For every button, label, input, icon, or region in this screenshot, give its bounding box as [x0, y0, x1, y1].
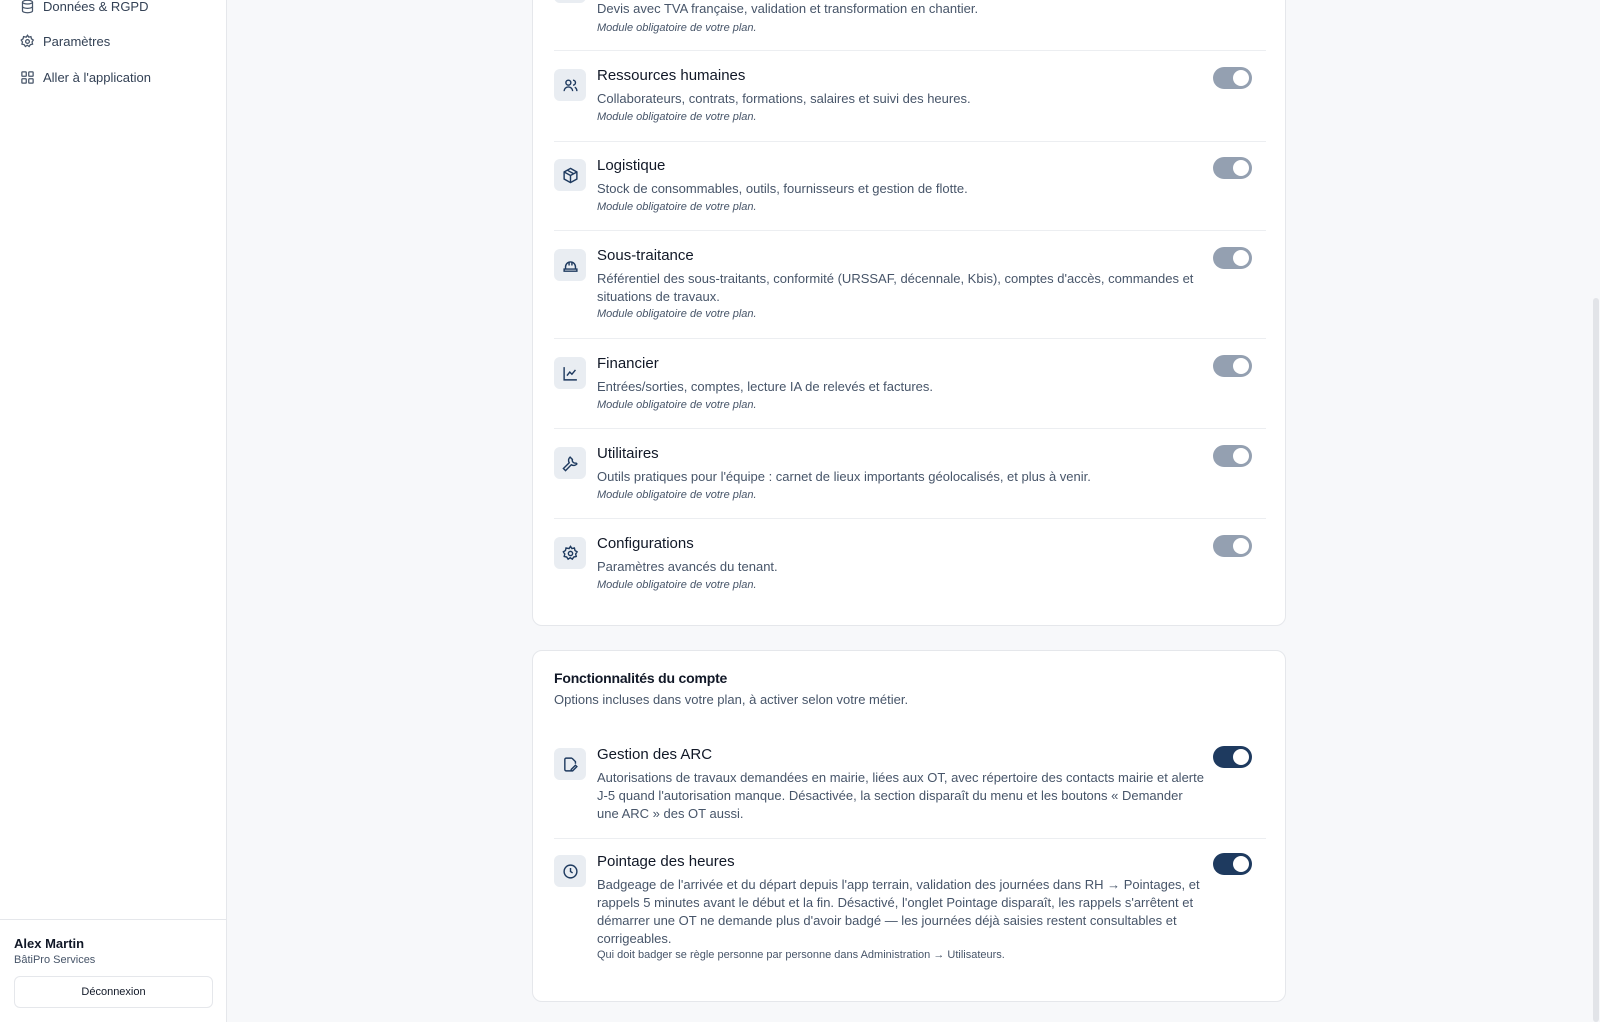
file-edit-icon: [554, 748, 586, 780]
clock-icon: [554, 855, 586, 887]
sidebar-item-donnees-rgpd[interactable]: Données & RGPD: [20, 0, 149, 16]
module-description: Stock de consommables, outils, fournisse…: [597, 181, 968, 196]
grid-icon: [21, 70, 34, 84]
module-title: Configurations: [597, 535, 694, 552]
feature-row-gestion-arc: Gestion des ARC Autorisations de travaux…: [554, 746, 1266, 839]
section-subtitle: Options incluses dans votre plan, à acti…: [554, 692, 909, 707]
sidebar-item-label: Données & RGPD: [43, 0, 149, 14]
module-title: Logistique: [597, 157, 666, 174]
sidebar-item-aller-application[interactable]: Aller à l'application: [20, 67, 151, 87]
users-icon: [554, 69, 586, 101]
module-row-ressources-humaines: Ressources humaines Collaborateurs, cont…: [554, 67, 1266, 142]
logout-button[interactable]: Déconnexion: [14, 976, 213, 1008]
module-description: Collaborateurs, contrats, formations, sa…: [597, 91, 971, 106]
gear-icon: [20, 33, 35, 47]
feature-title: Pointage des heures: [597, 853, 735, 870]
line-chart-icon: [554, 357, 586, 389]
module-row-configurations: Configurations Paramètres avancés du ten…: [554, 535, 1266, 609]
sidebar: Données & RGPD Paramètres Aller à l'appl…: [0, 0, 227, 1022]
scrollbar-thumb[interactable]: [1593, 298, 1599, 1022]
module-note: Module obligatoire de votre plan.: [597, 111, 757, 123]
module-row-utilitaires: Utilitaires Outils pratiques pour l'équi…: [554, 445, 1266, 519]
user-company: BâtiPro Services: [14, 954, 96, 966]
sidebar-item-label: Paramètres: [43, 33, 111, 49]
database-icon: [21, 0, 34, 13]
module-note: Module obligatoire de votre plan.: [597, 22, 757, 34]
module-row-logistique: Logistique Stock de consommables, outils…: [554, 157, 1266, 231]
feature-description: Badgeage de l'arrivée et du départ depui…: [597, 877, 1200, 946]
module-toggle[interactable]: [1213, 445, 1252, 467]
module-title: Financier: [597, 355, 659, 372]
sidebar-item-parametres[interactable]: Paramètres: [20, 31, 110, 51]
module-row-financier: Financier Entrées/sorties, comptes, lect…: [554, 355, 1266, 429]
modules-card: Devis avec TVA française, validation et …: [532, 0, 1286, 626]
module-note: Module obligatoire de votre plan.: [597, 201, 757, 213]
module-description: Paramètres avancés du tenant.: [597, 559, 778, 574]
sidebar-item-label: Aller à l'application: [43, 69, 151, 85]
wrench-icon: [554, 447, 586, 479]
file-icon: [554, 0, 586, 3]
sidebar-footer: Alex Martin BâtiPro Services Déconnexion: [0, 919, 226, 1022]
feature-title: Gestion des ARC: [597, 746, 713, 763]
module-note: Module obligatoire de votre plan.: [597, 489, 757, 501]
module-description: Outils pratiques pour l'équipe : carnet …: [597, 469, 1091, 484]
module-title: Sous-traitance: [597, 247, 694, 264]
module-note: Module obligatoire de votre plan.: [597, 579, 757, 591]
module-toggle[interactable]: [1213, 247, 1252, 269]
section-title: Fonctionnalités du compte: [554, 670, 728, 686]
feature-note: Qui doit badger se règle personne par pe…: [597, 949, 1005, 961]
feature-toggle[interactable]: [1213, 853, 1252, 875]
module-description: Entrées/sorties, comptes, lecture IA de …: [597, 379, 933, 394]
feature-row-pointage-heures: Pointage des heures Badgeage de l'arrivé…: [554, 853, 1266, 978]
module-toggle[interactable]: [1213, 355, 1252, 377]
module-row-sous-traitance: Sous-traitance Référentiel des sous-trai…: [554, 247, 1266, 339]
module-toggle[interactable]: [1213, 157, 1252, 179]
module-note: Module obligatoire de votre plan.: [597, 399, 757, 411]
module-row-devis: Devis avec TVA française, validation et …: [554, 0, 1266, 51]
feature-description: Autorisations de travaux demandées en ma…: [597, 770, 1204, 821]
gear-icon: [554, 537, 586, 569]
module-title: Ressources humaines: [597, 67, 746, 84]
features-card: Fonctionnalités du compte Options inclus…: [532, 650, 1286, 1002]
module-toggle[interactable]: [1213, 67, 1252, 89]
module-title: Utilitaires: [597, 445, 659, 462]
feature-toggle[interactable]: [1213, 746, 1252, 768]
module-toggle[interactable]: [1213, 535, 1252, 557]
user-name: Alex Martin: [14, 936, 85, 951]
package-icon: [554, 159, 586, 191]
scrollbar[interactable]: [1592, 0, 1600, 1022]
module-description: Devis avec TVA française, validation et …: [597, 1, 979, 16]
hard-hat-icon: [554, 249, 586, 281]
module-description: Référentiel des sous-traitants, conformi…: [597, 271, 1194, 304]
module-note: Module obligatoire de votre plan.: [597, 308, 757, 320]
